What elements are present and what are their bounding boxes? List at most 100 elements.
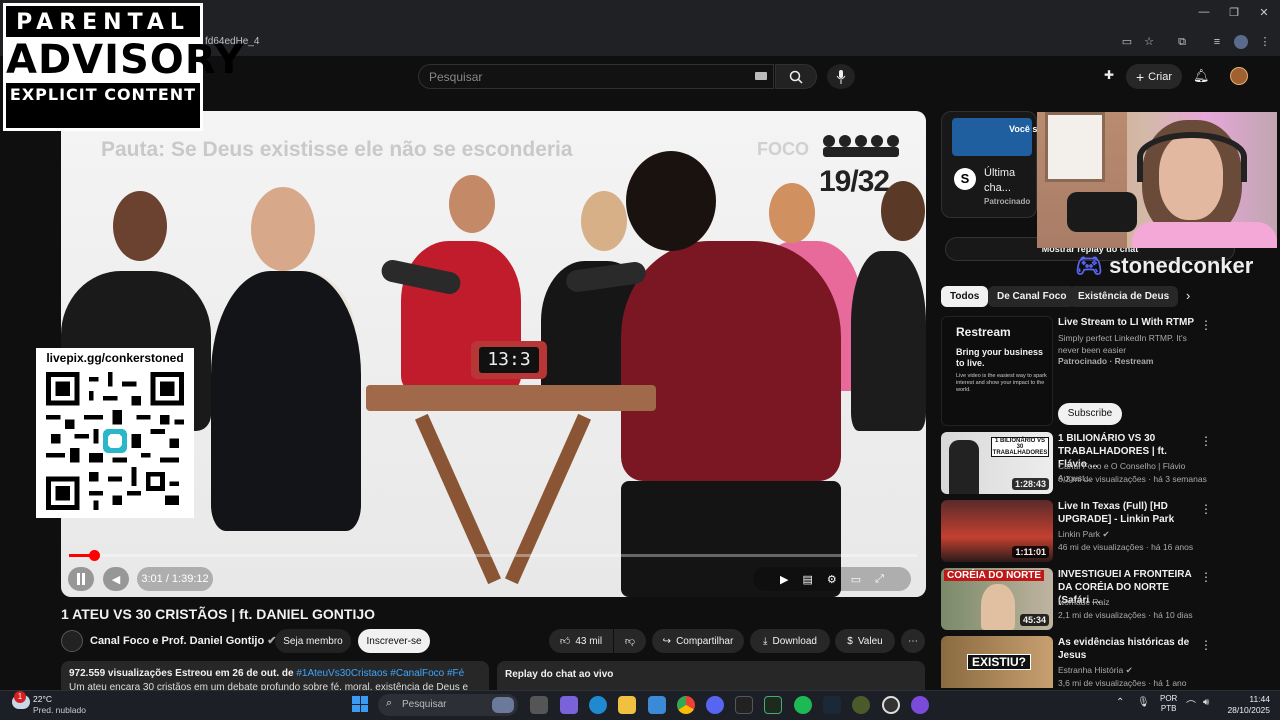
reading-list-icon[interactable]: ≡ — [1210, 35, 1224, 49]
steam-icon[interactable] — [823, 696, 841, 714]
person-figure — [881, 181, 925, 241]
search-input[interactable]: Pesquisar — [418, 64, 774, 89]
like-button[interactable]: 👍︎ 43 mil — [549, 629, 613, 653]
subscribe-button[interactable]: Inscrever-se — [358, 629, 430, 653]
app-icon[interactable] — [735, 696, 753, 714]
discord-icon: 🎮︎ — [1075, 253, 1103, 278]
browser-menu-icon[interactable]: ⋮ — [1258, 35, 1272, 49]
tray-microphone-icon[interactable]: 🎙︎ — [1137, 697, 1150, 708]
windows-start-icon[interactable] — [352, 696, 368, 712]
live-plus-icon[interactable]: ✚ — [1104, 68, 1118, 82]
app-icon[interactable] — [852, 696, 870, 714]
webcam-shirt — [1132, 222, 1277, 248]
seek-handle[interactable] — [89, 550, 100, 561]
list-item[interactable]: Restream Bring your business to live. Li… — [941, 316, 1221, 426]
volume-button[interactable]: ◀ — [103, 567, 129, 591]
bookmark-star-icon[interactable]: ☆ — [1142, 35, 1156, 49]
download-label: Download — [772, 635, 817, 647]
close-button[interactable]: ✕ — [1254, 6, 1274, 19]
channel-name[interactable]: Canal Foco e Prof. Daniel Gontijo ✔ — [90, 634, 276, 647]
settings-gear-icon[interactable]: ⚙ — [827, 573, 837, 586]
cast-icon[interactable]: ▭ — [1120, 35, 1134, 49]
debater-left-head — [251, 187, 315, 271]
tray-overflow-icon[interactable]: ⌃ — [1116, 697, 1124, 708]
app-icon[interactable] — [764, 696, 782, 714]
teams-icon[interactable] — [560, 696, 578, 714]
keyboard-icon[interactable] — [755, 72, 767, 80]
extensions-icon[interactable]: ⧉ — [1175, 35, 1189, 49]
weather-desc: Pred. nublado — [33, 705, 86, 715]
list-item[interactable]: 1 BILIONÁRIO VS 30 TRABALHADORES 1:28:43… — [941, 432, 1221, 494]
app-icon[interactable] — [911, 696, 929, 714]
channel-avatar[interactable] — [61, 630, 83, 652]
address-bar[interactable] — [196, 31, 1276, 53]
obs-icon[interactable] — [882, 696, 900, 714]
spotify-icon[interactable] — [794, 696, 812, 714]
share-button[interactable]: ↪ Compartilhar — [652, 629, 744, 653]
sponsor-badge: Patrocinado — [984, 197, 1031, 206]
thanks-button[interactable]: $ Valeu — [835, 629, 895, 653]
windows-taskbar — [0, 690, 1280, 720]
plus-icon: + — [1135, 68, 1145, 85]
fullscreen-icon[interactable]: ⤢ — [875, 573, 884, 586]
file-explorer-icon[interactable] — [618, 696, 636, 714]
ad-thumb-body: Live video is the easiest way to spark i… — [956, 373, 1047, 393]
theater-mode-icon[interactable]: ▭ — [851, 573, 861, 586]
table-prop — [366, 385, 656, 411]
voice-search-button[interactable] — [827, 64, 855, 89]
more-actions-button[interactable]: ⋯ — [901, 629, 925, 653]
chip-topic[interactable]: Existência de Deus — [1069, 286, 1179, 307]
search-button[interactable] — [775, 64, 817, 89]
thumbs-up-icon: 👍︎ — [559, 636, 571, 647]
search-highlight-icon[interactable] — [492, 697, 514, 713]
maximize-button[interactable]: ❐ — [1224, 6, 1244, 19]
profile-avatar[interactable] — [1234, 35, 1248, 49]
network-icon[interactable]: ⌒ — [1186, 697, 1196, 712]
subtitles-icon[interactable]: ▤ — [802, 573, 812, 586]
views-date: 972.559 visualizações Estreou em 26 de o… — [69, 668, 294, 679]
autoplay-toggle-icon[interactable]: ▶ — [780, 573, 788, 586]
more-icon[interactable]: ⋮ — [1200, 570, 1212, 584]
edge-icon[interactable] — [589, 696, 607, 714]
hashtags[interactable]: #1AteuVs30Cristaos #CanalFoco #Fé — [296, 668, 464, 679]
minimize-button[interactable]: — — [1194, 6, 1214, 18]
join-button[interactable]: Seja membro — [275, 629, 351, 653]
create-button[interactable]: + Criar — [1126, 64, 1182, 89]
video-title: 1 ATEU VS 30 CRISTÃOS | ft. DANIEL GONTI… — [61, 606, 376, 622]
ad-subscribe-button[interactable]: Subscribe — [1058, 403, 1122, 425]
ad-thumb-title: Restream — [956, 325, 1011, 339]
subscribe-label: Inscrever-se — [366, 635, 422, 647]
task-view-icon[interactable] — [530, 696, 548, 714]
pause-icon — [77, 573, 85, 585]
list-item[interactable]: EXISTIU? As evidências históricas de Jes… — [941, 636, 1221, 688]
dislike-button[interactable]: 👎︎ — [614, 629, 646, 653]
store-icon[interactable] — [648, 696, 666, 714]
rec-title: As evidências históricas de Jesus — [1058, 637, 1190, 661]
list-item[interactable]: 1:11:01 Live In Texas (Full) [HD UPGRADE… — [941, 500, 1221, 562]
share-icon: ↪ — [662, 635, 672, 647]
more-icon[interactable]: ⋮ — [1200, 434, 1212, 448]
ad-thumb-subtitle: Bring your business to live. — [956, 347, 1044, 368]
notifications-bell-icon[interactable]: 🔔︎ — [1193, 68, 1210, 84]
discord-taskbar-icon[interactable] — [706, 696, 724, 714]
volume-tray-icon[interactable]: 🔊︎ — [1203, 697, 1209, 708]
seek-bar[interactable] — [69, 554, 917, 557]
rec-title: Live Stream to LI With RTMP — [1058, 317, 1195, 328]
advisory-line-1: PARENTAL — [16, 10, 190, 35]
keyboard-layout: PTB — [1160, 704, 1177, 713]
duration-badge: 1:11:01 — [1012, 546, 1049, 558]
chrome-icon[interactable] — [677, 696, 695, 714]
clock-tray[interactable]: 11:44 28/10/2025 — [1222, 694, 1270, 716]
chip-all[interactable]: Todos — [941, 286, 989, 307]
more-icon[interactable]: ⋮ — [1200, 318, 1212, 332]
more-icon[interactable]: ⋮ — [1200, 502, 1212, 516]
user-avatar[interactable] — [1230, 67, 1248, 85]
chip-channel[interactable]: De Canal Foco — [988, 286, 1076, 307]
person-figure — [581, 191, 627, 251]
download-button[interactable]: ⤓ Download — [750, 629, 830, 653]
chip-next-arrow-icon[interactable]: › — [1186, 288, 1190, 303]
more-icon[interactable]: ⋮ — [1200, 638, 1212, 652]
pause-button[interactable] — [68, 567, 94, 591]
list-item[interactable]: CORÉIA DO NORTE 45:34 INVESTIGUEI A FRON… — [941, 568, 1221, 630]
language-indicator[interactable]: POR PTB — [1160, 694, 1177, 714]
